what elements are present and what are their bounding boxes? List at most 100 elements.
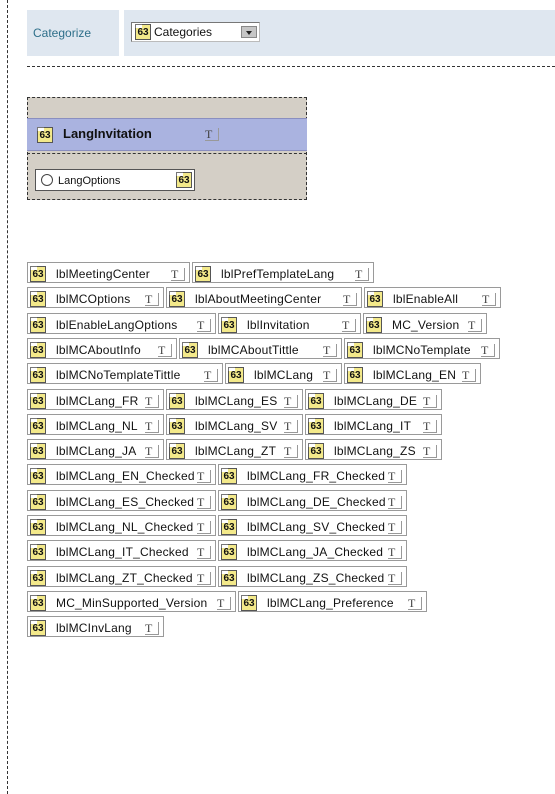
label-control-mc-minsupported-version[interactable]: 63 MC_MinSupported_Version T [27, 591, 236, 612]
label-control-text: lblMCLang_EN [373, 368, 457, 382]
label-control-lblmclang-zs[interactable]: 63 lblMCLang_ZS T [305, 439, 442, 460]
label-control-lblaboutmeetingcenter[interactable]: 63 lblAboutMeetingCenter T [166, 287, 362, 308]
dropdown-arrow-icon[interactable] [241, 26, 257, 38]
label-control-text: MC_Version [392, 318, 460, 332]
label-63-icon: 63 [30, 317, 46, 333]
label-63-icon: 63 [37, 127, 53, 143]
text-type-icon: T [145, 445, 159, 458]
text-type-icon: T [284, 420, 298, 433]
label-control-text: lblMCLang [254, 368, 314, 382]
label-control-lblmcinvlang[interactable]: 63 lblMCInvLang T [27, 616, 164, 637]
radio-button-icon[interactable] [41, 174, 53, 186]
label-control-lblmclang-fr[interactable]: 63 lblMCLang_FR T [27, 389, 164, 410]
label-control-lblmcaboutinfo[interactable]: 63 lblMCAboutInfo T [27, 338, 177, 359]
label-63-icon: 63 [30, 595, 46, 611]
label-control-lblmclang-de-checked[interactable]: 63 lblMCLang_DE_Checked T [218, 490, 407, 511]
text-type-icon: T [284, 395, 298, 408]
label-control-text: lblMCLang_IT_Checked [56, 545, 189, 559]
text-type-icon: T [217, 597, 231, 610]
text-type-icon: T [197, 496, 211, 509]
label-63-icon: 63 [30, 519, 46, 535]
label-control-lblmclang-preference[interactable]: 63 lblMCLang_Preference T [238, 591, 427, 612]
label-control-lblmclang-nl[interactable]: 63 lblMCLang_NL T [27, 414, 164, 435]
label-63-icon: 63 [221, 468, 237, 484]
categorize-section-divider [27, 66, 555, 67]
text-type-icon: T [388, 521, 402, 534]
label-control-lblmclang-zt[interactable]: 63 lblMCLang_ZT T [166, 439, 303, 460]
label-control-lblmclang-ja-checked[interactable]: 63 lblMCLang_JA_Checked T [218, 540, 407, 561]
label-control-lblmcnotemplatetittle[interactable]: 63 lblMCNoTemplateTittle T [27, 363, 223, 384]
categories-combobox[interactable]: 63 Categories [131, 22, 260, 42]
label-control-lblmclang-zt-checked[interactable]: 63 lblMCLang_ZT_Checked T [27, 566, 216, 587]
lang-options-label: LangOptions [58, 175, 121, 187]
text-type-icon: T [408, 597, 422, 610]
label-63-icon: 63 [176, 172, 192, 188]
label-63-icon: 63 [308, 393, 324, 409]
label-control-text: lblMCLang_JA_Checked [247, 545, 384, 559]
label-control-lblmclang-en-checked[interactable]: 63 lblMCLang_EN_Checked T [27, 464, 216, 485]
label-63-icon: 63 [30, 494, 46, 510]
label-control-lblmclang-fr-checked[interactable]: 63 lblMCLang_FR_Checked T [218, 464, 407, 485]
label-control-text: lblEnableLangOptions [56, 318, 178, 332]
label-control-lblenableall[interactable]: 63 lblEnableAll T [364, 287, 501, 308]
label-63-icon: 63 [30, 620, 46, 636]
label-control-lblmclang-ja[interactable]: 63 lblMCLang_JA T [27, 439, 164, 460]
label-63-icon: 63 [30, 443, 46, 459]
label-63-icon: 63 [347, 367, 363, 383]
text-type-icon: T [145, 622, 159, 635]
label-control-lblmclang-sv-checked[interactable]: 63 lblMCLang_SV_Checked T [218, 515, 407, 536]
label-63-icon: 63 [347, 342, 363, 358]
label-control-lblpreftemplatelang[interactable]: 63 lblPrefTemplateLang T [192, 262, 374, 283]
label-63-icon: 63 [182, 342, 198, 358]
label-control-lblmclang[interactable]: 63 lblMCLang T [225, 363, 342, 384]
label-control-text: lblMCLang_JA [56, 444, 137, 458]
label-control-text: MC_MinSupported_Version [56, 596, 208, 610]
label-control-text: lblMCLang_EN_Checked [56, 469, 195, 483]
label-control-lblmclang-zs-checked[interactable]: 63 lblMCLang_ZS_Checked T [218, 566, 407, 587]
text-type-icon: T [158, 344, 172, 357]
label-63-icon: 63 [30, 418, 46, 434]
lang-invitation-form[interactable]: 63 LangInvitation T LangOptions 63 [27, 97, 307, 200]
text-type-icon: T [343, 293, 357, 306]
text-type-icon: T [197, 470, 211, 483]
label-control-text: lblMCLang_NL_Checked [56, 520, 194, 534]
label-control-text: lblMCLang_ES [195, 394, 278, 408]
label-63-icon: 63 [169, 393, 185, 409]
label-control-text: lblMCLang_ZS [334, 444, 416, 458]
label-63-icon: 63 [221, 494, 237, 510]
label-control-lblmcoptions[interactable]: 63 lblMCOptions T [27, 287, 164, 308]
label-control-lblmeetingcenter[interactable]: 63 lblMeetingCenter T [27, 262, 190, 283]
label-control-lblenablelangoptions[interactable]: 63 lblEnableLangOptions T [27, 313, 216, 334]
lang-invitation-header[interactable]: 63 LangInvitation T [27, 118, 307, 151]
label-control-mc-version[interactable]: 63 MC_Version T [363, 313, 487, 334]
text-type-icon: T [423, 420, 437, 433]
label-control-lblmclang-it[interactable]: 63 lblMCLang_IT T [305, 414, 442, 435]
label-control-text: lblMCNoTemplateTittle [56, 368, 181, 382]
text-type-icon: T [388, 572, 402, 585]
label-control-lblmclang-es[interactable]: 63 lblMCLang_ES T [166, 389, 303, 410]
label-control-lblmclang-sv[interactable]: 63 lblMCLang_SV T [166, 414, 303, 435]
text-type-icon: T [145, 395, 159, 408]
label-control-lblmcabouttittle[interactable]: 63 lblMCAboutTittle T [179, 338, 342, 359]
text-type-icon: T [284, 445, 298, 458]
label-control-lblmclang-es-checked[interactable]: 63 lblMCLang_ES_Checked T [27, 490, 216, 511]
lang-invitation-title: LangInvitation [63, 126, 152, 141]
lang-options-radio-field[interactable]: LangOptions 63 [35, 169, 195, 191]
label-63-icon: 63 [30, 468, 46, 484]
categories-combobox-value: Categories [154, 25, 213, 39]
label-control-lblmclang-it-checked[interactable]: 63 lblMCLang_IT_Checked T [27, 540, 216, 561]
label-control-text: lblMCAboutInfo [56, 343, 141, 357]
text-type-icon: T [197, 521, 211, 534]
label-63-icon: 63 [30, 570, 46, 586]
label-control-lblmclang-de[interactable]: 63 lblMCLang_DE T [305, 389, 442, 410]
label-control-lblinvitation[interactable]: 63 lblInvitation T [218, 313, 361, 334]
label-63-icon: 63 [221, 570, 237, 586]
text-type-icon: T [342, 319, 356, 332]
label-control-lblmcnotemplate[interactable]: 63 lblMCNoTemplate T [344, 338, 500, 359]
label-63-icon: 63 [169, 291, 185, 307]
label-control-text: lblMCLang_SV_Checked [247, 520, 386, 534]
label-63-icon: 63 [30, 393, 46, 409]
label-control-lblmclang-en[interactable]: 63 lblMCLang_EN T [344, 363, 481, 384]
label-63-icon: 63 [135, 24, 151, 40]
label-control-lblmclang-nl-checked[interactable]: 63 lblMCLang_NL_Checked T [27, 515, 216, 536]
